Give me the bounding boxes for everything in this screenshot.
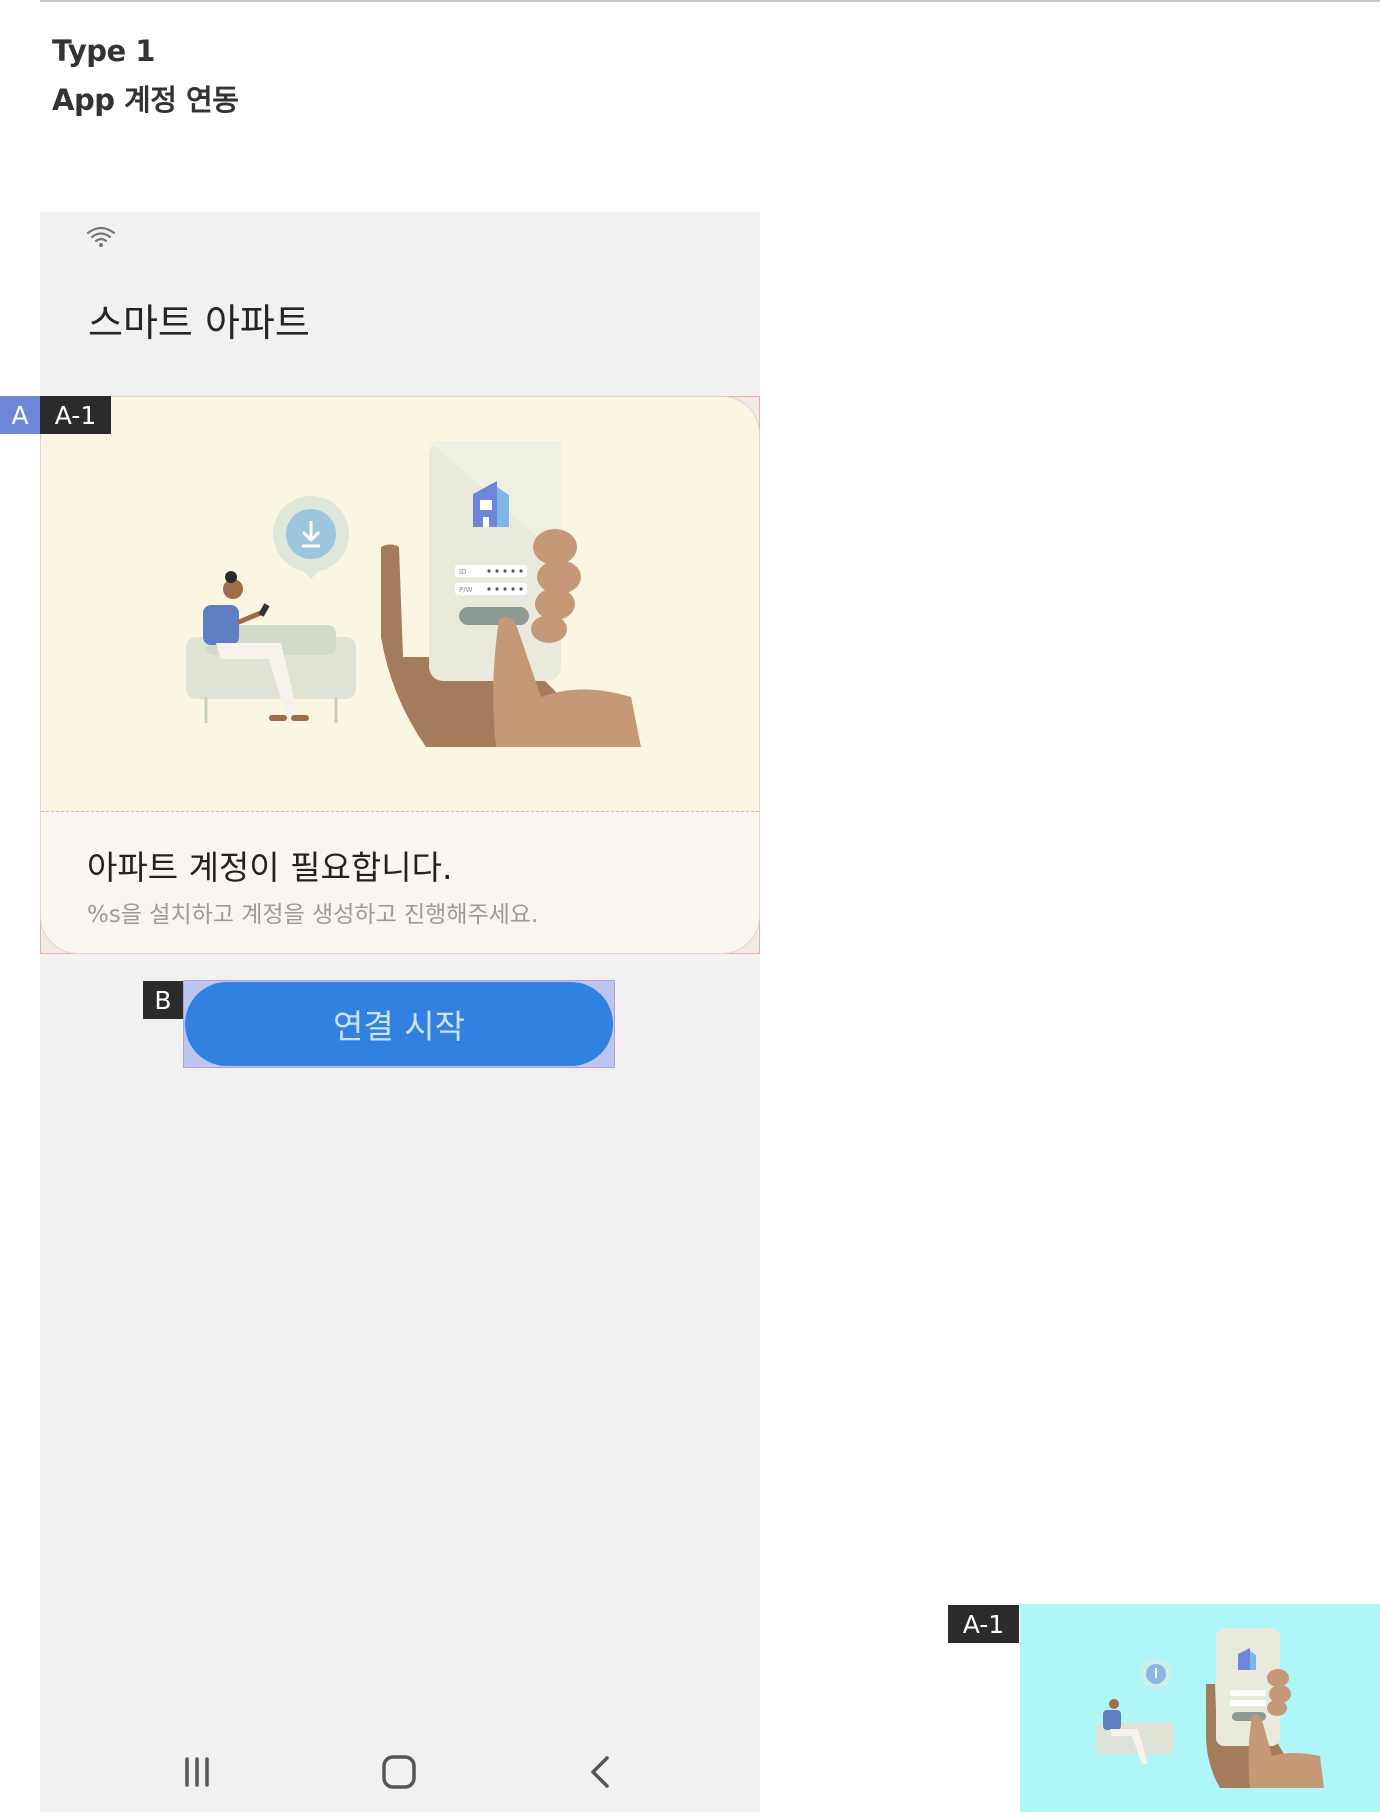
card-title: 아파트 계정이 필요합니다.: [87, 848, 453, 887]
card-annotation-zone: ID P/W 아파트 계정이 필요합니다. %s을 설치하고 계정을 생성하고 …: [40, 396, 760, 954]
app-title: 스마트 아파트: [88, 301, 310, 345]
home-icon[interactable]: [359, 1732, 439, 1812]
account-login-illustration: ID P/W: [186, 441, 641, 747]
annotation-tag-b: B: [143, 981, 183, 1019]
back-icon[interactable]: [561, 1732, 641, 1812]
top-divider: [40, 0, 1380, 2]
connect-start-button[interactable]: 연결 시작: [185, 982, 613, 1066]
card-description: %s을 설치하고 계정을 생성하고 진행해주세요.: [87, 902, 539, 928]
button-annotation-zone: 연결 시작: [183, 980, 615, 1068]
illustration-thumbnail: [1020, 1604, 1380, 1812]
id-label: ID: [459, 568, 466, 576]
navigation-bar: [40, 1732, 760, 1812]
pw-label: P/W: [459, 586, 473, 594]
recent-apps-icon[interactable]: [158, 1732, 238, 1812]
annotation-tag-a: A: [0, 396, 40, 434]
account-required-card: ID P/W 아파트 계정이 필요합니다. %s을 설치하고 계정을 생성하고 …: [40, 396, 760, 954]
spec-type-label: Type 1: [52, 34, 155, 68]
account-login-illustration-thumbnail: [1096, 1628, 1324, 1788]
spec-subtitle: App 계정 연동: [52, 83, 239, 117]
wifi-icon: [86, 226, 116, 247]
illustration-area: ID P/W: [41, 397, 759, 812]
thumbnail-annotation-tag: A-1: [948, 1605, 1019, 1643]
annotation-tag-a1: A-1: [40, 396, 111, 434]
